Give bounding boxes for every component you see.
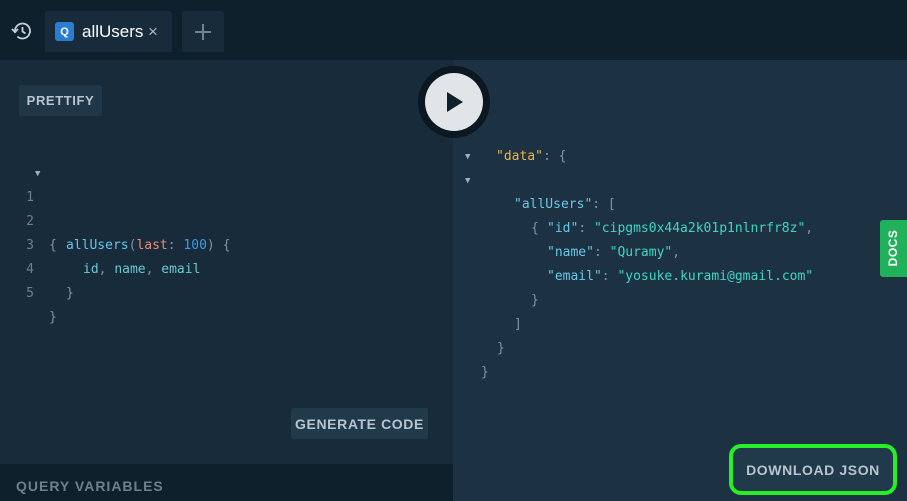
- query-editor-pane: PRETTIFY 1 ▼ { 2 allUsers(last: 100) { 3…: [0, 52, 453, 501]
- play-icon: [425, 73, 483, 131]
- history-icon[interactable]: [9, 18, 35, 44]
- tab-title: allUsers: [82, 22, 144, 41]
- fold-arrow-icon[interactable]: ▼: [35, 162, 40, 186]
- execute-query-button[interactable]: [418, 66, 490, 138]
- fold-arrow-icon[interactable]: ▼: [465, 145, 470, 169]
- prettify-button[interactable]: PRETTIFY: [19, 85, 102, 116]
- result-line: }: [531, 293, 539, 308]
- docs-label: DOCS: [886, 229, 900, 267]
- fold-arrow-icon[interactable]: ▼: [465, 169, 470, 193]
- result-line: }: [497, 341, 505, 356]
- code-line: 5 }: [26, 286, 57, 325]
- query-variables-label[interactable]: QUERY VARIABLES: [16, 478, 164, 494]
- result-pane: "data": { ▼ "allUsers": [ ▼ { "id": "cip…: [453, 52, 907, 501]
- result-line: "id": "cipgms0x44a2k01p1nlnrfr8z",: [547, 221, 814, 236]
- query-variables-bar[interactable]: QUERY VARIABLES: [0, 464, 453, 501]
- top-bar: Q allUsers ×: [0, 0, 907, 52]
- result-line: "email": "yosuke.kurami@gmail.com": [547, 269, 814, 284]
- download-json-button[interactable]: DOWNLOAD JSON: [729, 444, 897, 495]
- result-line: }: [481, 365, 489, 380]
- close-icon[interactable]: ×: [148, 22, 158, 42]
- code-line: 2 allUsers(last: 100) {: [26, 214, 231, 253]
- docs-tab[interactable]: DOCS: [880, 220, 907, 277]
- query-badge-icon: Q: [55, 22, 74, 41]
- code-line: 1 ▼ {: [0, 162, 57, 253]
- new-tab-button[interactable]: [182, 11, 224, 52]
- generate-code-button[interactable]: GENERATE CODE: [291, 408, 428, 439]
- result-line: ]: [514, 317, 522, 332]
- header-divider: [0, 52, 907, 60]
- result-line: "name": "Quramy",: [547, 245, 681, 260]
- code-line: 4 }: [26, 262, 74, 301]
- tab-all-users[interactable]: Q allUsers ×: [45, 11, 172, 52]
- result-line: ▼ {: [453, 169, 539, 236]
- plus-icon: [195, 23, 211, 40]
- result-line: ▼ "allUsers": [: [453, 145, 616, 212]
- code-line: 3 id, name, email: [26, 238, 201, 277]
